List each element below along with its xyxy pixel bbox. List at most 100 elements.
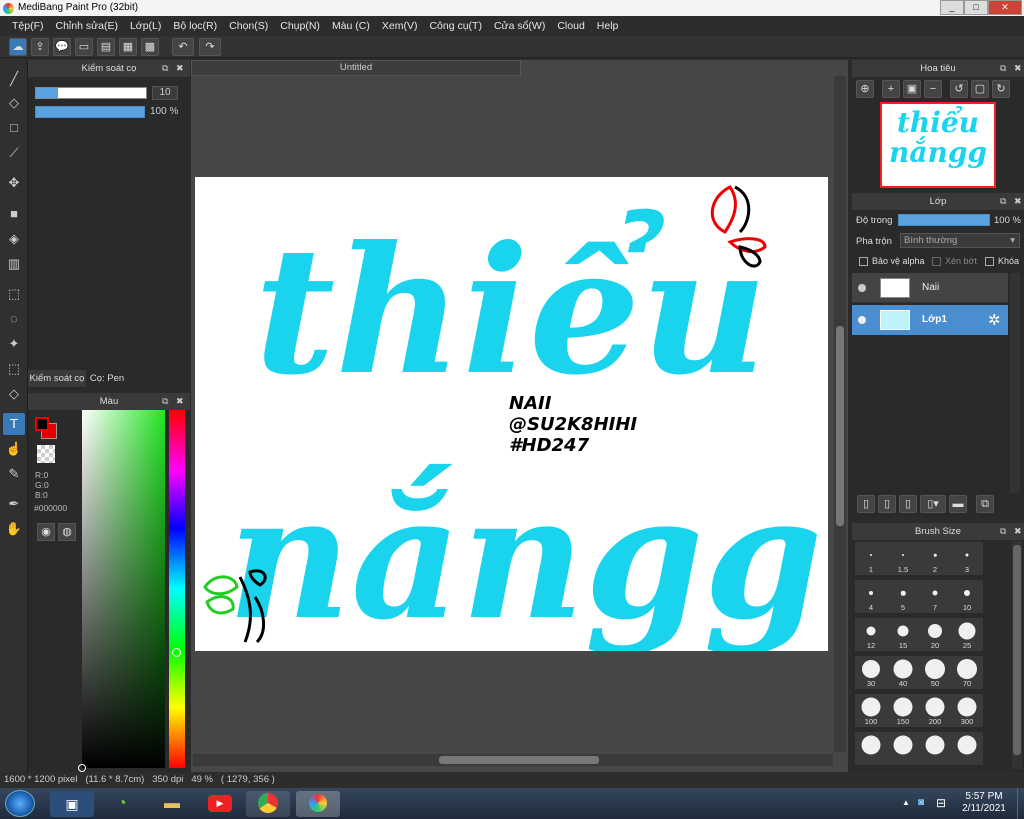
horizontal-scroll-thumb[interactable] xyxy=(439,756,599,764)
sv-cursor[interactable] xyxy=(78,764,86,772)
transparent-swatch[interactable] xyxy=(37,445,55,463)
panel-icon[interactable]: ▩ xyxy=(141,38,159,56)
brush-size-scrollbar[interactable] xyxy=(1012,541,1022,769)
brush-size-cell[interactable]: 50 xyxy=(919,656,951,689)
zoom-out-icon[interactable]: − xyxy=(924,80,942,98)
tray-expand-icon[interactable]: ▲ xyxy=(902,798,910,807)
close-icon[interactable]: ✖ xyxy=(176,393,184,410)
duplicate-layer-icon[interactable]: ⧉ xyxy=(976,495,994,513)
tray-app-icon[interactable]: ◙ xyxy=(918,797,924,808)
brush-size-cell[interactable]: 15 xyxy=(887,618,919,651)
rotate-left-icon[interactable]: ↺ xyxy=(950,80,968,98)
brush-size-cell[interactable]: 12 xyxy=(855,618,887,651)
layer-row-selected[interactable]: Lớp1 ✲ xyxy=(852,305,1008,335)
select-rect-tool-icon[interactable]: ⬚ xyxy=(3,283,25,305)
brush-size-value[interactable]: 10 xyxy=(152,86,178,100)
brush-size-cell[interactable]: 1.5 xyxy=(887,542,919,575)
control-panel-icon[interactable]: ▣ xyxy=(50,791,94,817)
brush-size-slider[interactable] xyxy=(35,87,147,99)
new-layer-icon[interactable]: ▯ xyxy=(857,495,875,513)
drawing-canvas[interactable]: thiểu nắngg NAII @SU2K8HIHI #HD247 xyxy=(195,177,828,651)
vertical-scrollbar[interactable] xyxy=(834,76,846,752)
brush-size-cell[interactable]: 7 xyxy=(919,580,951,613)
palette-icon[interactable]: ◉ xyxy=(37,523,55,541)
show-desktop-button[interactable] xyxy=(1017,788,1024,819)
brush-size-cell[interactable]: 40 xyxy=(887,656,919,689)
brush-opacity-slider[interactable] xyxy=(35,106,145,118)
hand-tool-icon[interactable]: ✋ xyxy=(3,518,25,540)
menu-filter[interactable]: Bộ lọc(R) xyxy=(167,16,223,36)
chrome-icon[interactable] xyxy=(246,791,290,817)
rectangle-tool-icon[interactable]: □ xyxy=(3,117,25,139)
hue-cursor[interactable] xyxy=(172,648,181,657)
redo-icon[interactable]: ↷ xyxy=(199,38,221,56)
brush-size-cell[interactable]: 20 xyxy=(919,618,951,651)
gear-icon[interactable]: ✲ xyxy=(988,311,1001,329)
brush-size-cell[interactable] xyxy=(855,732,887,765)
menu-view[interactable]: Xem(V) xyxy=(376,16,424,36)
rotate-right-icon[interactable]: ↻ xyxy=(992,80,1010,98)
brush-size-cell[interactable]: 30 xyxy=(855,656,887,689)
menu-capture[interactable]: Chụp(N) xyxy=(274,16,326,36)
text-tool-icon[interactable]: T xyxy=(3,413,25,435)
navigator-preview[interactable]: thiểu nắngg xyxy=(880,102,996,188)
visibility-icon[interactable] xyxy=(858,284,866,292)
undock-icon[interactable]: ⧉ xyxy=(162,393,168,410)
brush-size-cell[interactable]: 25 xyxy=(951,618,983,651)
speech-bubble-icon[interactable]: ▭ xyxy=(75,38,93,56)
visibility-icon[interactable] xyxy=(858,316,866,324)
blend-mode-select[interactable]: Bình thường ▾ xyxy=(900,233,1020,248)
youtube-icon[interactable]: ▶ xyxy=(198,791,242,817)
menu-cloud[interactable]: Cloud xyxy=(551,16,590,36)
select-eraser-icon[interactable]: ◇ xyxy=(3,383,25,405)
brush-size-cell[interactable]: 5 xyxy=(887,580,919,613)
undo-icon[interactable]: ↶ xyxy=(172,38,194,56)
minimize-button[interactable]: _ xyxy=(940,0,964,15)
saturation-value-picker[interactable] xyxy=(78,410,165,772)
close-icon[interactable]: ✖ xyxy=(1014,193,1022,210)
brush-size-cell[interactable]: 1 xyxy=(855,542,887,575)
medibang-taskbar-icon[interactable] xyxy=(296,791,340,817)
brush-size-cell[interactable]: 70 xyxy=(951,656,983,689)
protect-alpha-checkbox[interactable] xyxy=(859,257,868,266)
eraser-tool-icon[interactable]: ◇ xyxy=(3,92,25,114)
clip-checkbox[interactable] xyxy=(932,257,941,266)
layer-opacity-slider[interactable] xyxy=(898,214,990,226)
brush-size-cell[interactable]: 4 xyxy=(855,580,887,613)
menu-edit[interactable]: Chỉnh sửa(E) xyxy=(50,16,124,36)
tab-pen[interactable]: Cọ: Pen xyxy=(86,370,128,387)
brush-size-cell[interactable]: 3 xyxy=(951,542,983,575)
lock-checkbox[interactable] xyxy=(985,257,994,266)
zoom-fit-icon[interactable]: ⊕ xyxy=(856,80,874,98)
brush-size-cell[interactable]: 2 xyxy=(919,542,951,575)
close-icon[interactable]: ✖ xyxy=(176,60,184,77)
brush-size-cell[interactable]: 10 xyxy=(951,580,983,613)
select-pen-icon[interactable]: ⬚ xyxy=(3,358,25,380)
close-icon[interactable]: ✖ xyxy=(1014,60,1022,77)
undock-icon[interactable]: ⧉ xyxy=(162,60,168,77)
folder-icon[interactable]: ▬ xyxy=(949,495,967,513)
move-tool-icon[interactable]: ✥ xyxy=(3,172,25,194)
brush-size-cell[interactable]: 300 xyxy=(951,694,983,727)
palette-add-icon[interactable]: ◍ xyxy=(58,523,76,541)
fill-rect-tool-icon[interactable]: ■ xyxy=(3,203,25,225)
close-button[interactable]: ✕ xyxy=(988,0,1022,15)
add-layer-menu-icon[interactable]: ▯▾ xyxy=(920,495,946,513)
menu-layer[interactable]: Lớp(L) xyxy=(124,16,167,36)
new-halftone-layer-icon[interactable]: ▯ xyxy=(878,495,896,513)
page-icon[interactable]: ▤ xyxy=(97,38,115,56)
share-icon[interactable]: ⇪ xyxy=(31,38,49,56)
tab-brush-control[interactable]: Kiểm soát cọ xyxy=(28,370,86,387)
document-tab[interactable]: Untitled xyxy=(191,60,521,76)
lasso-tool-icon[interactable]: ◌ xyxy=(3,308,25,330)
line-tool-icon[interactable]: ⟋ xyxy=(3,142,25,164)
hue-slider[interactable] xyxy=(169,410,185,768)
undock-icon[interactable]: ⧉ xyxy=(1000,60,1006,77)
menu-window[interactable]: Cửa sổ(W) xyxy=(488,16,551,36)
grid-icon[interactable]: ▦ xyxy=(119,38,137,56)
file-explorer-icon[interactable]: ▬ xyxy=(150,791,194,817)
foreground-color-swatch[interactable] xyxy=(35,417,49,431)
brush-size-cell[interactable]: 200 xyxy=(919,694,951,727)
zoom-in-icon[interactable]: + xyxy=(882,80,900,98)
bucket-tool-icon[interactable]: ◈ xyxy=(3,228,25,250)
